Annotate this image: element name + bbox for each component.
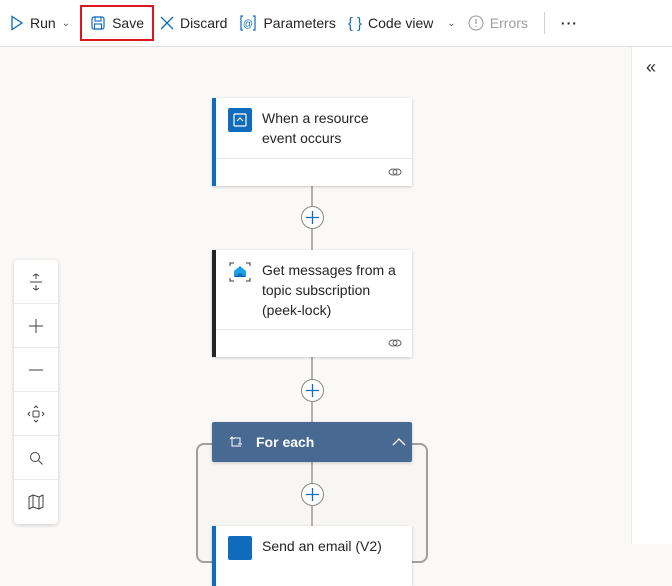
fit-vertical-button[interactable] [14,260,58,304]
plus-icon [306,384,319,397]
svg-text:@: @ [243,19,253,30]
error-icon [468,15,484,31]
loop-icon [230,436,242,447]
service-bus-card[interactable]: Get messages from a topic subscription (… [212,250,412,357]
save-button[interactable]: Save [80,5,154,41]
event-grid-icon [228,108,252,132]
run-label: Run [30,15,56,31]
outlook-icon [228,536,252,560]
minus-icon [29,369,43,370]
search-icon [30,451,43,465]
chevron-up-icon[interactable] [392,437,406,447]
add-step-button[interactable] [301,379,324,402]
parameters-label: Parameters [263,15,336,31]
plus-icon [306,211,319,224]
plus-icon [306,488,319,501]
side-panel: « [631,47,672,544]
add-step-button[interactable] [301,483,324,506]
more-icon: ··· [560,15,578,31]
zoom-in-button[interactable] [14,304,58,348]
code-view-label: Code view [368,15,434,31]
discard-button[interactable]: Discard [154,7,233,39]
expand-vertical-icon [30,272,42,291]
foreach-header[interactable]: For each [212,422,412,462]
service-bus-icon [228,260,252,284]
zoom-out-button[interactable] [14,348,58,392]
minimap-button[interactable] [14,480,58,524]
card-title: Send an email (V2) [262,538,382,554]
save-icon [91,16,105,30]
foreach-title: For each [256,434,315,450]
errors-button[interactable]: Errors [462,7,534,39]
errors-label: Errors [489,15,528,31]
plus-icon [29,318,43,333]
toolbar-divider [543,12,545,34]
collapse-panel-icon[interactable]: « [646,57,656,78]
discard-label: Discard [180,15,228,31]
canvas-controls [14,260,58,524]
card-title: When a resource event occurs [262,110,369,146]
link-icon [388,339,402,347]
designer-toolbar: Run ⌄ Save Discard @ Parameters { } Code… [0,0,672,47]
fit-view-icon [27,404,45,423]
link-icon [388,168,402,176]
more-options-button[interactable]: ··· [555,7,584,39]
code-view-button[interactable]: { } Code view ⌄ [342,7,462,39]
card-title: Get messages from a topic subscription (… [262,262,396,318]
parameters-icon: @ [240,15,257,31]
map-icon [28,494,44,510]
chevron-down-icon: ⌄ [447,17,456,29]
save-label: Save [112,15,144,31]
trigger-card[interactable]: When a resource event occurs [212,98,412,186]
run-button[interactable]: Run ⌄ [4,7,76,39]
chevron-down-icon: ⌄ [61,17,71,29]
add-step-button[interactable] [301,206,324,229]
send-email-card[interactable]: Send an email (V2) [212,526,412,586]
search-button[interactable] [14,436,58,480]
parameters-button[interactable]: @ Parameters [233,7,341,39]
close-icon [160,16,174,30]
braces-icon: { } [347,14,363,32]
play-icon [11,15,24,31]
fit-view-button[interactable] [14,392,58,436]
